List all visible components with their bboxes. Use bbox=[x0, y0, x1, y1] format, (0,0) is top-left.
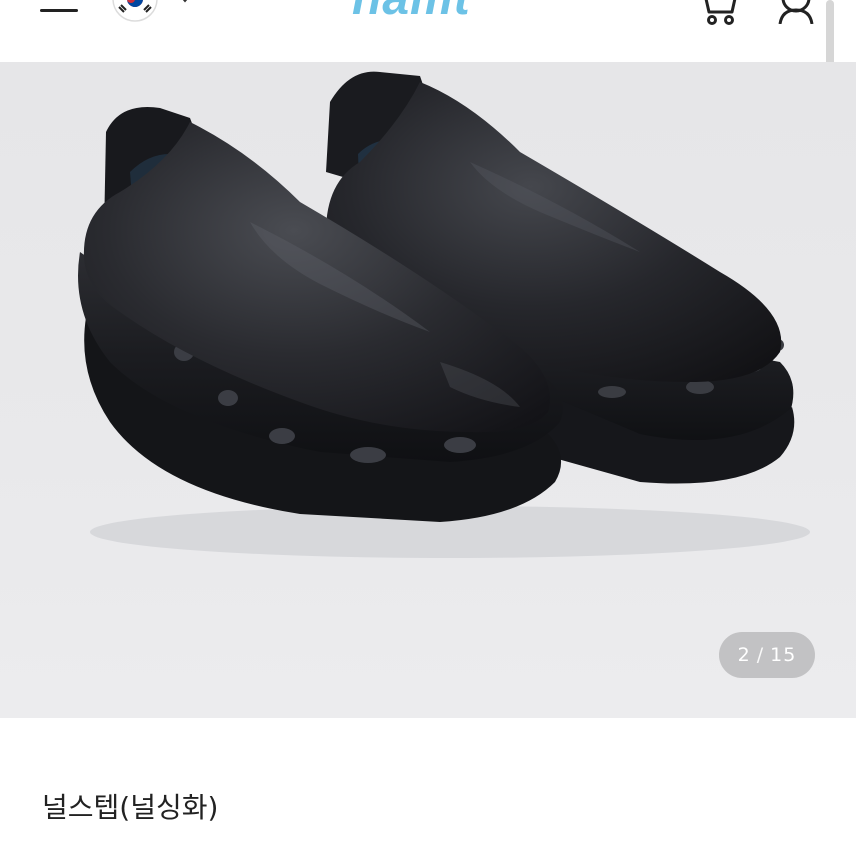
brand-logo[interactable]: namt bbox=[352, 0, 512, 24]
user-icon[interactable] bbox=[774, 0, 818, 25]
image-counter: 2/15 bbox=[719, 632, 815, 678]
image-counter-current: 2 bbox=[737, 644, 751, 666]
product-page: namt bbox=[0, 0, 856, 856]
cart-icon[interactable] bbox=[694, 0, 740, 26]
chevron-down-icon[interactable] bbox=[178, 0, 192, 4]
product-title: 널스텝(널싱화) bbox=[42, 791, 219, 824]
product-info: 널스텝(널싱화) bbox=[0, 718, 856, 856]
top-bar: namt bbox=[0, 0, 856, 80]
korea-flag-icon[interactable] bbox=[110, 0, 160, 24]
product-image-gallery[interactable]: 2/15 bbox=[0, 62, 856, 718]
image-counter-total: 15 bbox=[770, 644, 797, 666]
product-image bbox=[78, 71, 810, 558]
hamburger-menu-icon[interactable] bbox=[40, 0, 80, 20]
image-counter-separator: / bbox=[756, 644, 765, 666]
